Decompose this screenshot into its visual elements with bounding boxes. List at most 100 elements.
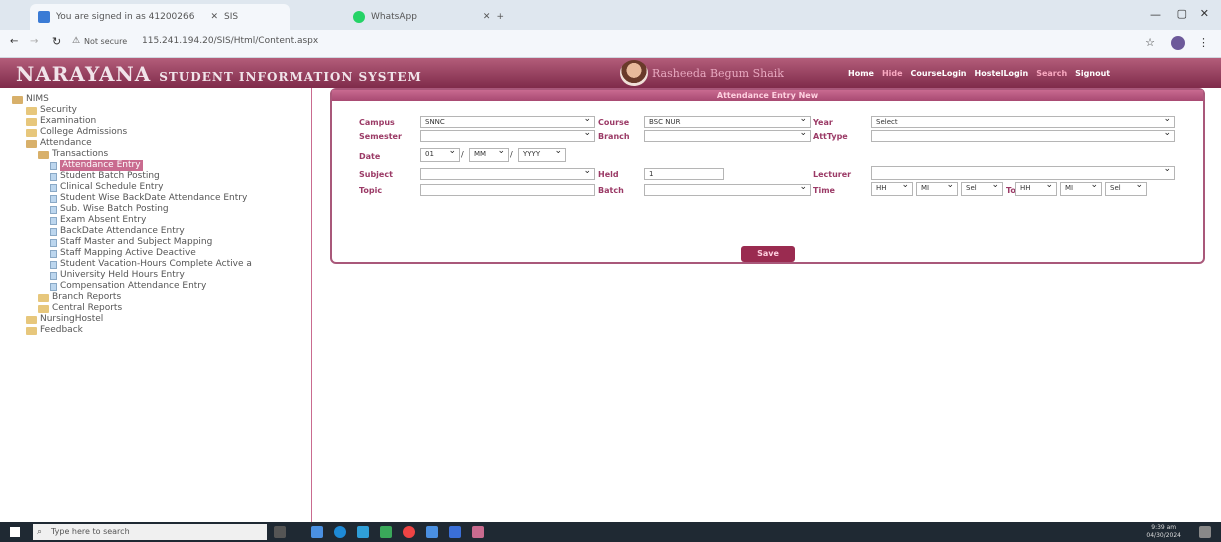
taskbar-search-input[interactable]: ⌕ Type here to search [33,524,267,540]
nav-signout[interactable]: Signout [1075,69,1110,78]
reload-icon[interactable]: ↻ [52,35,61,48]
time-from-ampm-select[interactable]: Sel [961,180,1003,196]
tree-item-transactions[interactable]: Transactions [38,149,311,160]
date-separator: / [510,150,513,159]
year-select[interactable]: Select [871,114,1175,128]
warning-icon: ⚠ [72,36,81,46]
folder-icon [12,95,23,104]
tree-leaf[interactable]: Student Batch Posting [50,171,311,182]
label-subject: Subject [359,170,393,179]
sidebar-tree: NIMS Security Examination College Admiss… [0,88,312,522]
folder-icon [38,150,49,159]
tree-item-feedback[interactable]: Feedback [26,325,311,336]
tree-item-security[interactable]: Security [26,105,311,116]
label-topic: Topic [359,186,383,195]
nav-home[interactable]: Home [848,69,874,78]
app-icon[interactable] [357,526,369,538]
nav-hide[interactable]: Hide [882,69,903,78]
close-window-icon[interactable]: ✕ [1200,7,1209,20]
tree-leaf[interactable]: Student Vacation-Hours Complete Active a [50,259,311,270]
tree-item-college-admissions[interactable]: College Admissions [26,127,311,138]
tree-leaf[interactable]: University Held Hours Entry [50,270,311,281]
profile-avatar-icon[interactable] [1171,36,1185,50]
top-nav: Home Hide CourseLogin HostelLogin Search… [848,69,1110,78]
system-clock[interactable]: 9:39 am 04/30/2024 [1146,524,1181,540]
time-to-hour-select[interactable]: HH [1015,180,1057,196]
label-lecturer: Lecturer [813,170,852,179]
new-tab-icon[interactable]: + [496,12,504,22]
batch-select[interactable] [644,182,811,196]
date-day-select[interactable]: 01 [420,146,460,162]
close-icon[interactable]: ✕ [210,12,218,22]
star-icon[interactable]: ☆ [1145,36,1155,49]
subject-select[interactable] [420,166,595,180]
edge-icon[interactable] [334,526,346,538]
label-branch: Branch [598,132,630,141]
tree-root[interactable]: NIMS [12,94,311,105]
windows-taskbar: ⌕ Type here to search 9:39 am 04/30/2024 [0,522,1221,542]
url-field[interactable]: 115.241.194.20/SIS/Html/Content.aspx [142,36,318,46]
label-course: Course [598,118,630,127]
tree-leaf[interactable]: Exam Absent Entry [50,215,311,226]
maximize-icon[interactable]: ▢ [1177,7,1187,20]
page-icon [50,227,57,236]
tree-leaf[interactable]: Student Wise BackDate Attendance Entry [50,193,311,204]
tree-leaf[interactable]: Clinical Schedule Entry [50,182,311,193]
branch-select[interactable] [644,128,811,142]
chrome-icon[interactable] [403,526,415,538]
nav-courselogin[interactable]: CourseLogin [911,69,967,78]
attendance-form-panel: Attendance Entry New Campus SNNC Course … [330,88,1205,264]
tab-whatsapp[interactable]: WhatsApp ✕ + [345,4,545,30]
folder-icon [26,117,37,126]
course-select[interactable]: BSC NUR [644,114,811,128]
time-to-ampm-select[interactable]: Sel [1105,180,1147,196]
app-icon[interactable] [380,526,392,538]
form-title: Attendance Entry New [332,90,1203,101]
topic-input[interactable] [420,184,595,196]
tree-item-nursinghostel[interactable]: NursingHostel [26,314,311,325]
save-button[interactable]: Save [741,246,795,262]
tree-item-attendance[interactable]: Attendance [26,138,311,149]
tree-leaf[interactable]: Staff Master and Subject Mapping [50,237,311,248]
mail-icon[interactable] [426,526,438,538]
tree-leaf-attendance-entry[interactable]: Attendance Entry [50,160,311,171]
tree-leaf[interactable]: Compensation Attendance Entry [50,281,311,292]
page-icon [50,183,57,192]
semester-select[interactable] [420,128,595,142]
tree-leaf[interactable]: Staff Mapping Active Deactive [50,248,311,259]
close-icon[interactable]: ✕ [483,12,491,22]
campus-select[interactable]: SNNC [420,114,595,128]
browser-tab-bar: You are signed in as 41200266 ✕ SIS What… [0,0,1221,30]
explorer-icon[interactable] [311,526,323,538]
nav-hostellogin[interactable]: HostelLogin [975,69,1029,78]
time-to-minute-select[interactable]: MI [1060,180,1102,196]
app-icon[interactable] [472,526,484,538]
tab-signed-in[interactable]: You are signed in as 41200266 ✕ SIS [30,4,290,30]
tree-item-examination[interactable]: Examination [26,116,311,127]
nav-search[interactable]: Search [1036,69,1067,78]
menu-icon[interactable]: ⋮ [1198,36,1209,49]
tree-item-central-reports[interactable]: Central Reports [38,303,311,314]
store-icon[interactable] [449,526,461,538]
task-view-icon[interactable] [274,526,286,538]
tree-leaf[interactable]: BackDate Attendance Entry [50,226,311,237]
page-icon [50,238,57,247]
label-batch: Batch [598,186,624,195]
date-month-select[interactable]: MM [469,146,509,162]
forward-icon[interactable]: → [30,36,38,47]
windows-start-icon[interactable] [10,527,20,537]
back-icon[interactable]: ← [10,36,18,47]
tab-label: WhatsApp [371,12,417,22]
tree-leaf[interactable]: Sub. Wise Batch Posting [50,204,311,215]
date-year-select[interactable]: YYYY [518,146,566,162]
label-held: Held [598,170,619,179]
time-from-hour-select[interactable]: HH [871,180,913,196]
held-input[interactable]: 1 [644,168,724,180]
tree-item-branch-reports[interactable]: Branch Reports [38,292,311,303]
atttype-select[interactable] [871,128,1175,142]
notification-icon[interactable] [1199,526,1211,538]
page-icon [50,161,57,170]
minimize-icon[interactable]: — [1150,8,1161,21]
lecturer-select[interactable] [871,164,1175,180]
time-from-minute-select[interactable]: MI [916,180,958,196]
